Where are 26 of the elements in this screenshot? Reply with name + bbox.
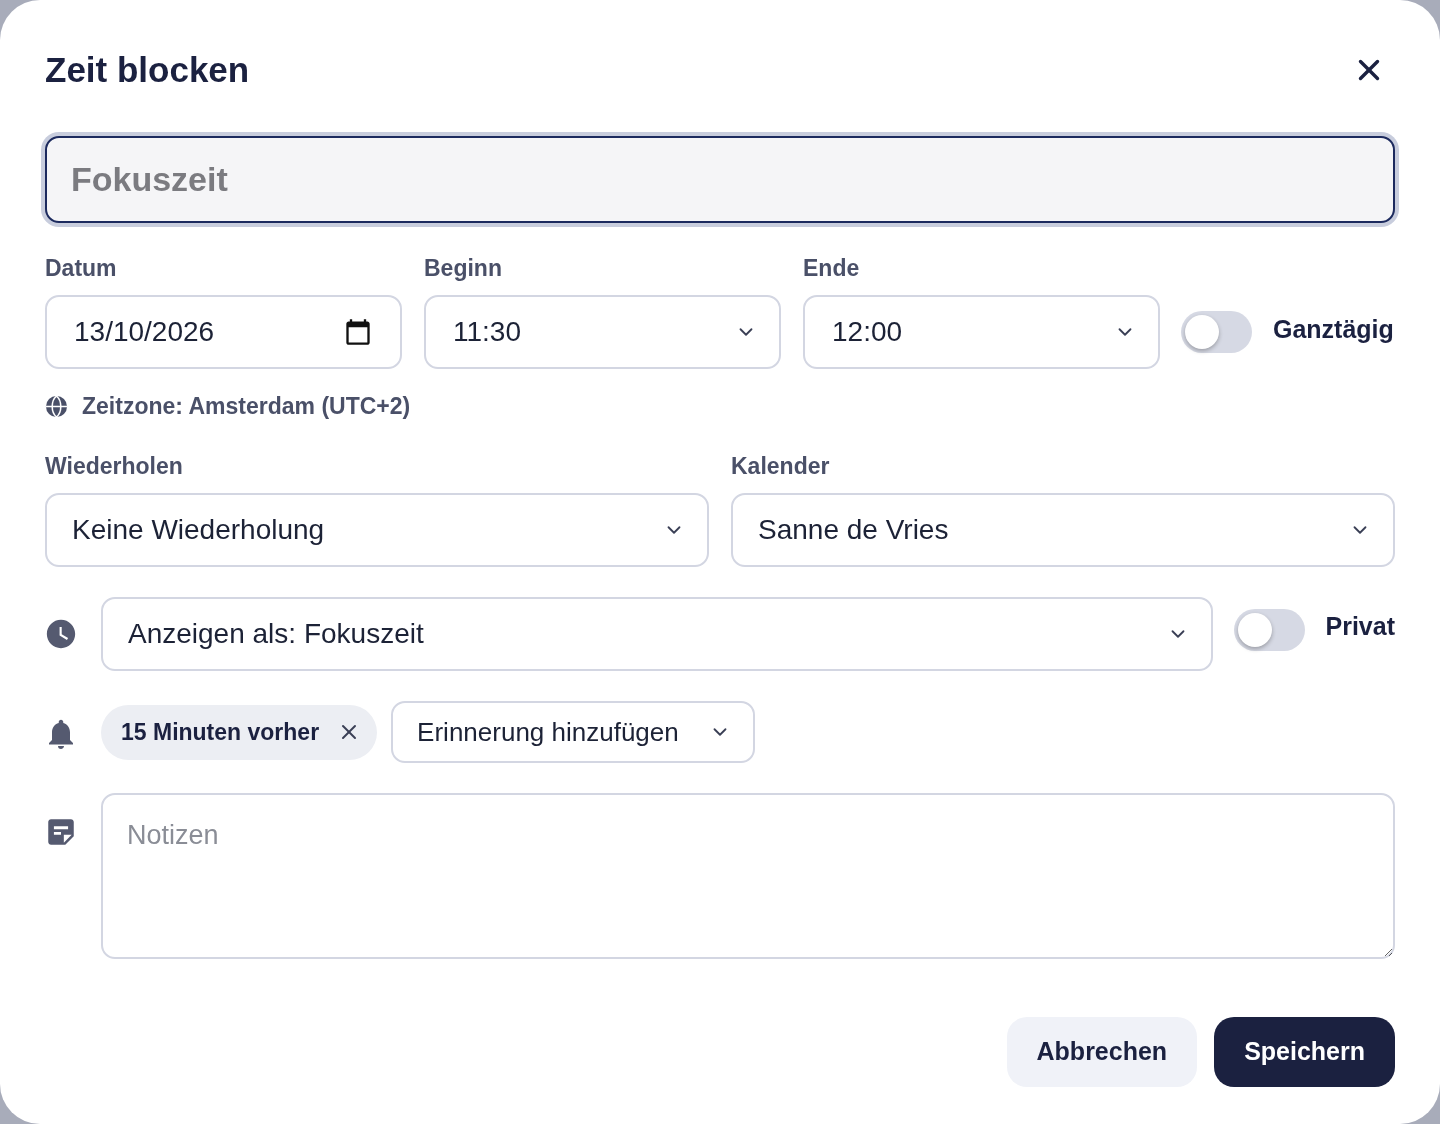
clock-icon (44, 617, 78, 651)
title-field[interactable]: Fokuszeit (41, 132, 1399, 227)
toggle-switch[interactable] (1233, 609, 1305, 651)
show-as-select[interactable]: Anzeigen als: Fokuszeit (101, 597, 1213, 671)
field-label: Ende (803, 254, 861, 282)
field-label: Beginn (424, 254, 503, 282)
calendar-select[interactable]: Sanne de Vries (731, 493, 1395, 567)
field-label: Wiederholen (45, 452, 184, 480)
time-select[interactable]: 12:00 (803, 295, 1160, 369)
calendar-icon (344, 318, 372, 346)
timezone-text: Zeitzone: Amsterdam (UTC+2) (82, 391, 411, 421)
notes-field[interactable]: Notizen (101, 793, 1395, 959)
reminder-chip-label: 15 Minuten vorher (121, 717, 320, 747)
globe-icon (45, 394, 68, 418)
repeat-select[interactable]: Keine Wiederholung (45, 493, 709, 567)
toggle-switch[interactable] (1181, 311, 1252, 353)
toggle-label: Ganztägig (1273, 314, 1394, 346)
dialog-title: Zeit blocken (45, 49, 250, 91)
field-label: Kalender (731, 452, 831, 480)
cancel-button[interactable]: Abbrechen (1006, 1017, 1198, 1087)
save-button[interactable]: Speichern (1214, 1017, 1395, 1087)
time-select[interactable]: 11:30 (424, 295, 781, 369)
toggle-label: Privat (1325, 611, 1395, 643)
add-reminder-select[interactable]: Erinnerung hinzufügen (391, 701, 755, 763)
date-field[interactable]: 13/10/2026 (45, 295, 402, 369)
field-label: Datum (45, 254, 118, 282)
